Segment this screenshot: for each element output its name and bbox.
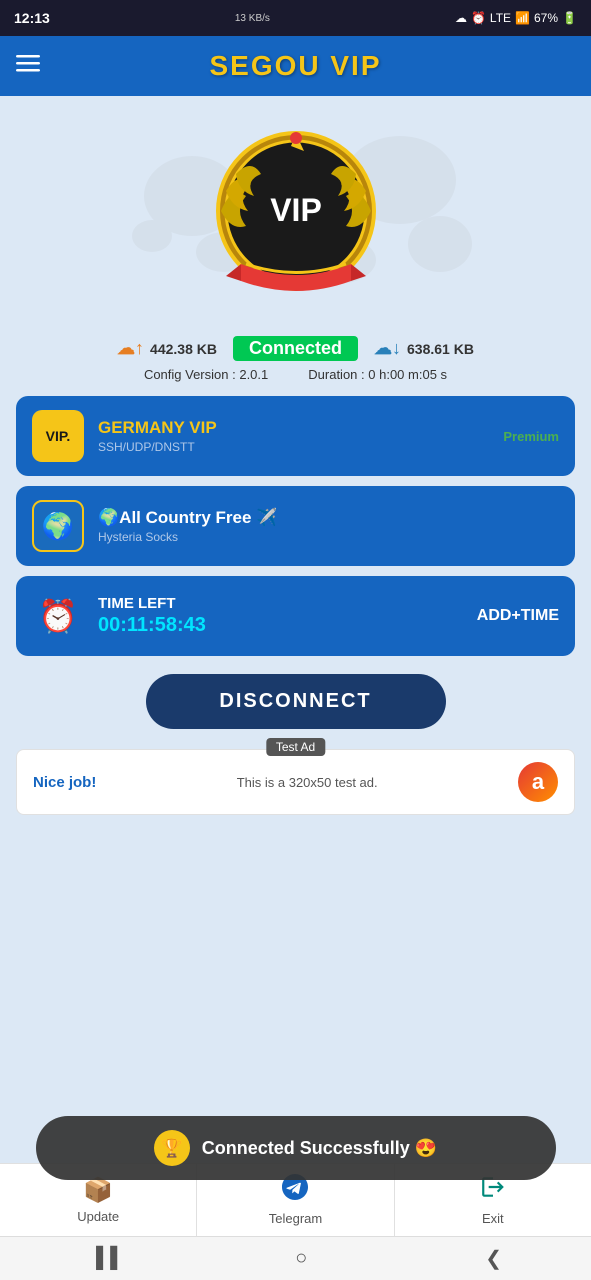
time-value: 00:11:58:43: [98, 614, 463, 637]
status-bar: 12:13 13 KB/s ☁ ⏰ LTE 📶 67% 🔋: [0, 0, 591, 36]
ad-text: This is a 320x50 test ad.: [106, 775, 508, 790]
app-title: SEGOU VIP: [209, 50, 381, 82]
germany-server-info: GERMANY VIP SSH/UDP/DNSTT: [98, 418, 489, 454]
vip-badge-container: VIP: [16, 106, 575, 336]
all-country-server-card[interactable]: 🌍 🌍All Country Free ✈️ Hysteria Socks: [16, 486, 575, 566]
ad-label: Test Ad: [266, 738, 325, 756]
config-row: Config Version : 2.0.1 Duration : 0 h:00…: [16, 367, 575, 382]
status-right: ☁ ⏰ LTE 📶 67% 🔋: [455, 11, 577, 25]
duration-value: 0 h:00 m:05 s: [368, 367, 447, 382]
update-icon: 📦: [83, 1176, 113, 1205]
battery-icon: 🔋: [562, 11, 577, 25]
alarm-icon: ⏰: [471, 11, 486, 25]
connected-toast: 🏆 Connected Successfully 😍: [36, 1116, 556, 1180]
nav-exit-label: Exit: [482, 1211, 504, 1226]
vip-medal: VIP: [196, 116, 396, 316]
time-left-card: ⏰ TIME LEFT 00:11:58:43 ADD+TIME: [16, 576, 575, 656]
time-label: TIME LEFT: [98, 595, 463, 612]
vip-card-icon: VIP.: [32, 410, 84, 462]
add-time-button[interactable]: ADD+TIME: [477, 607, 559, 625]
germany-server-badge: Premium: [503, 429, 559, 444]
disconnect-button[interactable]: DISCONNECT: [146, 674, 446, 729]
allcountry-server-protocol: Hysteria Socks: [98, 530, 559, 544]
ad-banner: Test Ad Nice job! This is a 320x50 test …: [16, 749, 575, 815]
main-content: VIP ☁↑ 442.38 KB Connected ☁↓ 638.61 KB …: [0, 96, 591, 905]
lte-label: LTE: [490, 11, 511, 25]
ad-brand-icon: a: [518, 762, 558, 802]
download-icon: ☁↓: [374, 338, 401, 359]
download-stat: ☁↓ 638.61 KB: [374, 338, 474, 359]
battery-level: 67%: [534, 11, 558, 25]
connection-status: Connected: [233, 336, 358, 361]
cloud-icon: ☁: [455, 11, 467, 25]
nav-telegram-label: Telegram: [269, 1211, 322, 1226]
toast-icon: 🏆: [154, 1130, 190, 1166]
ad-nicejob: Nice job!: [33, 774, 96, 791]
upload-icon: ☁↑: [117, 338, 144, 359]
stats-row: ☁↑ 442.38 KB Connected ☁↓ 638.61 KB: [16, 336, 575, 361]
allcountry-server-name: 🌍All Country Free ✈️: [98, 508, 559, 528]
allcountry-server-info: 🌍All Country Free ✈️ Hysteria Socks: [98, 508, 559, 544]
duration-label: Duration : 0 h:00 m:05 s: [308, 367, 447, 382]
home-button[interactable]: ○: [295, 1247, 307, 1270]
config-version-value: 2.0.1: [239, 367, 268, 382]
status-time: 12:13: [14, 10, 50, 26]
app-header: SEGOU VIP: [0, 36, 591, 96]
time-info: TIME LEFT 00:11:58:43: [98, 595, 463, 637]
network-speed: 13 KB/s: [235, 13, 270, 24]
spacer: [16, 835, 575, 895]
upload-value: 442.38 KB: [150, 341, 217, 357]
config-label: Config Version : 2.0.1: [144, 367, 268, 382]
download-value: 638.61 KB: [407, 341, 474, 357]
svg-text:VIP: VIP: [270, 192, 322, 228]
toast-message: Connected Successfully 😍: [202, 1138, 437, 1159]
nav-update-label: Update: [77, 1209, 119, 1224]
germany-server-protocol: SSH/UDP/DNSTT: [98, 440, 489, 454]
signal-icon: 📶: [515, 11, 530, 25]
back-button[interactable]: ❮: [485, 1246, 502, 1271]
android-nav-bar: ▐▐ ○ ❮: [0, 1236, 591, 1280]
germany-server-name: GERMANY VIP: [98, 418, 489, 438]
germany-vip-server-card[interactable]: VIP. GERMANY VIP SSH/UDP/DNSTT Premium: [16, 396, 575, 476]
menu-button[interactable]: [16, 51, 40, 81]
clock-icon: ⏰: [32, 590, 84, 642]
upload-stat: ☁↑ 442.38 KB: [117, 338, 217, 359]
world-card-icon: 🌍: [32, 500, 84, 552]
recent-apps-button[interactable]: ▐▐: [89, 1247, 117, 1270]
